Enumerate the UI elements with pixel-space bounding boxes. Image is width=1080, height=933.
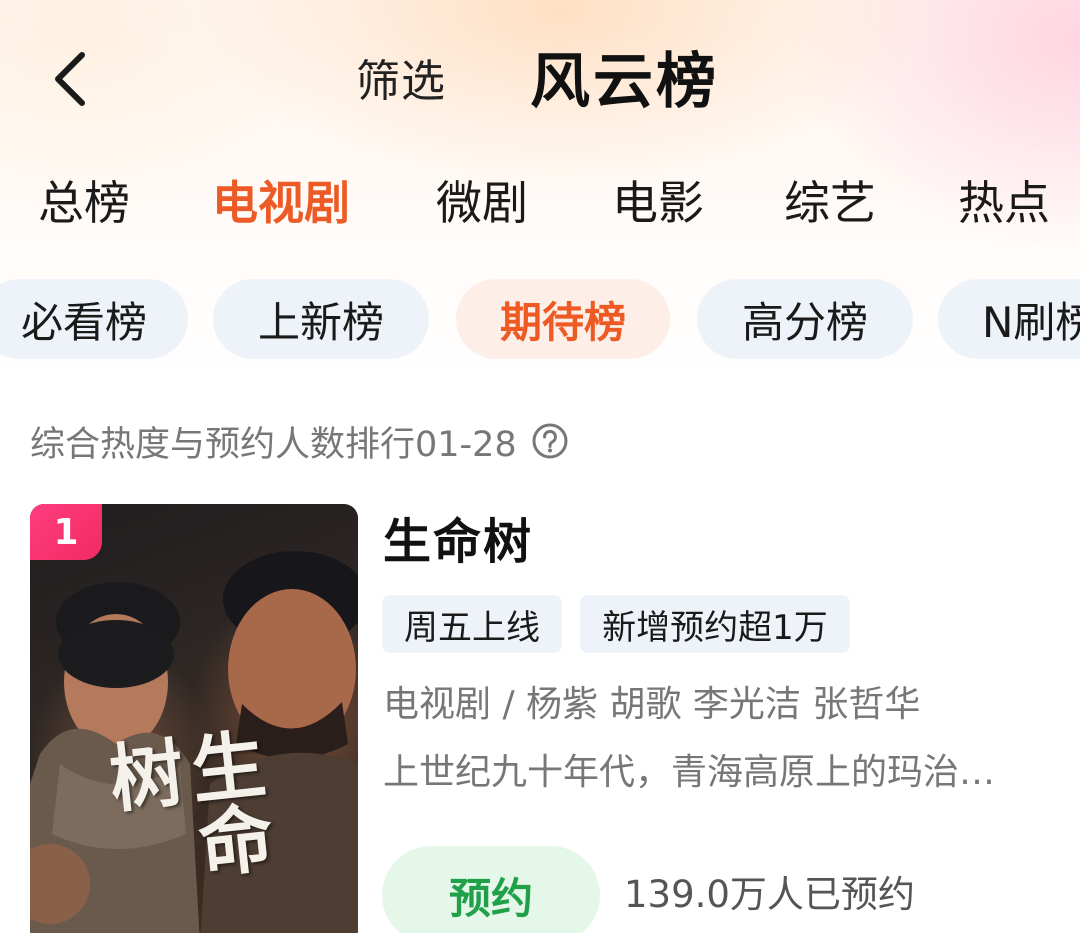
chip-new-releases[interactable]: 上新榜 <box>213 279 429 359</box>
tag-release-day: 周五上线 <box>382 595 562 653</box>
back-button[interactable] <box>40 46 100 112</box>
question-circle-icon[interactable] <box>531 422 569 460</box>
page-title: 风云榜 <box>530 47 719 117</box>
tab-overall[interactable]: 总榜 <box>38 172 130 234</box>
chip-rewatch[interactable]: N刷榜 <box>938 279 1080 359</box>
chevron-left-icon <box>55 52 85 106</box>
tab-movie[interactable]: 电影 <box>612 172 704 234</box>
ranking-description-text: 综合热度与预约人数排行01-28 <box>30 424 517 465</box>
chip-anticipated[interactable]: 期待榜 <box>456 279 670 359</box>
show-poster[interactable]: 1 生命树 <box>30 504 358 933</box>
filter-button[interactable]: 筛选 <box>356 52 446 112</box>
show-title[interactable]: 生命树 <box>383 512 533 572</box>
tag-new-reservations: 新增预约超1万 <box>580 595 850 653</box>
tab-tv-series[interactable]: 电视剧 <box>212 172 350 234</box>
tab-trending[interactable]: 热点 <box>958 172 1050 234</box>
chip-top-rated[interactable]: 高分榜 <box>697 279 913 359</box>
ranking-description: 综合热度与预约人数排行01-28 <box>30 416 569 466</box>
show-meta: 电视剧 / 杨紫 胡歌 李光洁 张哲华 <box>383 684 921 725</box>
show-synopsis: 上世纪九十年代，青海高原上的玛治… <box>383 752 996 793</box>
chip-must-watch[interactable]: 必看榜 <box>0 279 188 359</box>
rank-badge: 1 <box>30 504 102 560</box>
tab-variety[interactable]: 综艺 <box>784 172 876 234</box>
reserve-count: 139.0万人已预约 <box>624 873 915 916</box>
ranking-page: 筛选 风云榜 总榜 电视剧 微剧 电影 综艺 热点 必看榜 上新榜 期待榜 高分… <box>0 0 1080 933</box>
tab-micro-drama[interactable]: 微剧 <box>436 172 528 234</box>
reserve-button[interactable]: 预约 <box>382 846 600 933</box>
